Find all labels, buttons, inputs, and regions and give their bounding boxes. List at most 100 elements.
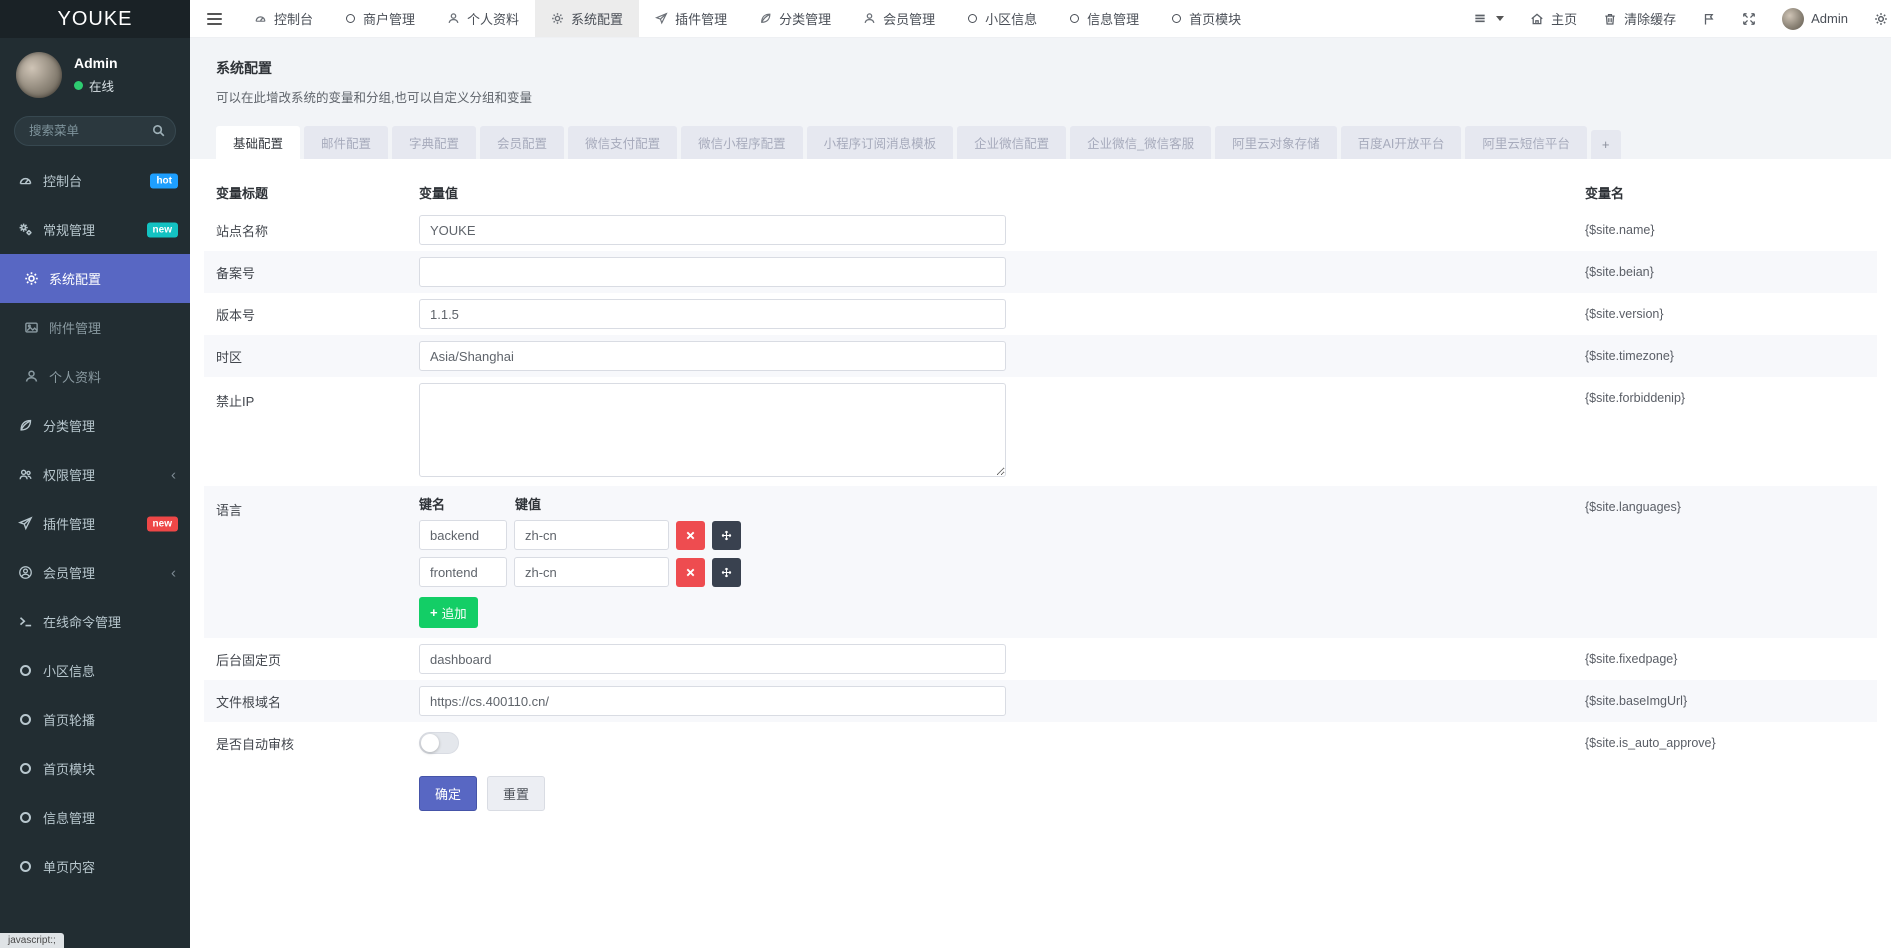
chevron-left-icon: ‹ — [171, 564, 176, 581]
lang-value-input[interactable] — [514, 557, 669, 587]
sidebar-item-addon[interactable]: 插件管理 new — [0, 499, 190, 548]
nav-tab-community-info[interactable]: 小区信息 — [951, 0, 1053, 37]
tab-miniapp-subscribe-template[interactable]: 小程序订阅消息模板 — [806, 126, 954, 159]
search-icon[interactable] — [151, 123, 166, 138]
lang-key-input[interactable] — [419, 520, 507, 550]
tab-member-config[interactable]: 会员配置 — [480, 126, 565, 159]
append-button[interactable]: + 追加 — [419, 597, 478, 628]
lang-pair-row — [419, 520, 1006, 550]
sidebar-item-attachments[interactable]: 附件管理 — [0, 303, 190, 352]
var-name: {$site.forbiddenip} — [1585, 391, 1686, 405]
var-name: {$site.name} — [1585, 223, 1655, 237]
reset-button[interactable]: 重置 — [487, 776, 546, 811]
nav-tab-system-config[interactable]: 系统配置 — [535, 0, 640, 37]
tab-baidu-ai[interactable]: 百度AI开放平台 — [1340, 126, 1462, 159]
version-input[interactable] — [419, 299, 1006, 329]
flag-icon — [1702, 12, 1716, 26]
lang-key-input[interactable] — [419, 557, 507, 587]
nav-tab-profile[interactable]: 个人资料 — [431, 0, 535, 37]
clear-cache-button[interactable]: 清除缓存 — [1590, 0, 1689, 37]
auto-approve-toggle[interactable] — [419, 732, 459, 754]
delete-row-button[interactable] — [676, 557, 705, 587]
site-name-input[interactable] — [419, 215, 1006, 245]
forbidden-ip-textarea[interactable] — [419, 383, 1006, 477]
tab-wechat-miniapp-config[interactable]: 微信小程序配置 — [681, 126, 803, 159]
home-button[interactable]: 主页 — [1517, 0, 1590, 37]
tab-wecom-kefu[interactable]: 企业微信_微信客服 — [1070, 126, 1212, 159]
nav-tab-home-modules[interactable]: 首页模块 — [1155, 0, 1257, 37]
sidebar-item-auth[interactable]: 权限管理 ‹ — [0, 450, 190, 499]
drag-row-button[interactable] — [712, 557, 741, 587]
nav-tab-members[interactable]: 会员管理 — [847, 0, 951, 37]
beian-input[interactable] — [419, 257, 1006, 287]
nav-tab-category[interactable]: 分类管理 — [743, 0, 847, 37]
base-img-url-input[interactable] — [419, 686, 1006, 716]
sidebar-item-home-modules[interactable]: 首页模块 — [0, 744, 190, 793]
delete-row-button[interactable] — [676, 520, 705, 550]
drag-row-button[interactable] — [712, 520, 741, 550]
nav-tab-merchant[interactable]: 商户管理 — [329, 0, 431, 37]
admin-user-menu[interactable]: Admin — [1769, 0, 1861, 37]
tab-basic-config[interactable]: 基础配置 — [216, 126, 301, 159]
tab-dictionary-config[interactable]: 字典配置 — [392, 126, 477, 159]
leaf-icon — [759, 12, 772, 25]
sidebar-item-general[interactable]: 常规管理 new — [0, 205, 190, 254]
lang-value-input[interactable] — [514, 520, 669, 550]
move-icon — [721, 530, 732, 541]
sidebar-item-community-info[interactable]: 小区信息 — [0, 646, 190, 695]
config-row-site-name: 站点名称 {$site.name} — [204, 209, 1877, 251]
submit-button[interactable]: 确定 — [419, 776, 478, 811]
var-name: {$site.languages} — [1585, 500, 1681, 514]
circle-icon — [20, 812, 31, 823]
sidebar-item-dashboard[interactable]: 控制台 hot — [0, 156, 190, 205]
sidebar-item-single-page[interactable]: 单页内容 — [0, 842, 190, 891]
config-row-version: 版本号 {$site.version} — [204, 293, 1877, 335]
app-window: YOUKE Admin 在线 控制台 hot 常规管理 — [0, 0, 1891, 948]
config-tabs: 基础配置 邮件配置 字典配置 会员配置 微信支付配置 微信小程序配置 小程序订阅… — [190, 118, 1891, 159]
tab-aliyun-oss[interactable]: 阿里云对象存储 — [1215, 126, 1337, 159]
rocket-icon — [655, 12, 668, 25]
nav-tab-addon[interactable]: 插件管理 — [639, 0, 743, 37]
sidebar-item-profile[interactable]: 个人资料 — [0, 352, 190, 401]
lang-pair-row — [419, 557, 1006, 587]
chevron-left-icon: ‹ — [171, 466, 176, 483]
online-dot-icon — [74, 81, 83, 90]
circle-icon — [20, 861, 31, 872]
nav-tab-info-manage[interactable]: 信息管理 — [1053, 0, 1155, 37]
app-logo: YOUKE — [0, 0, 190, 38]
gear-icon — [1874, 12, 1888, 26]
var-name: {$site.is_auto_approve} — [1585, 736, 1716, 750]
language-flag-button[interactable] — [1689, 0, 1729, 37]
sidebar-item-command[interactable]: 在线命令管理 — [0, 597, 190, 646]
sidebar-item-info-manage[interactable]: 信息管理 — [0, 793, 190, 842]
col-header-name: 变量名 — [1585, 185, 1625, 201]
fixed-page-input[interactable] — [419, 644, 1006, 674]
nav-tab-dashboard[interactable]: 控制台 — [238, 0, 329, 37]
sidebar-item-home-carousel[interactable]: 首页轮播 — [0, 695, 190, 744]
timezone-input[interactable] — [419, 341, 1006, 371]
admin-label: Admin — [1811, 11, 1848, 26]
avatar — [16, 52, 62, 98]
sidebar-item-label: 信息管理 — [43, 811, 96, 826]
hamburger-menu-icon[interactable] — [190, 0, 238, 37]
tab-wechat-pay-config[interactable]: 微信支付配置 — [568, 126, 678, 159]
dashboard-icon — [18, 173, 33, 188]
tab-list-dropdown[interactable] — [1460, 0, 1517, 37]
sidebar-item-system-config[interactable]: 系统配置 — [0, 254, 190, 303]
user-icon — [447, 12, 460, 25]
cogs-icon — [18, 222, 33, 237]
var-name: {$site.timezone} — [1585, 349, 1674, 363]
tab-aliyun-sms[interactable]: 阿里云短信平台 — [1465, 126, 1587, 159]
sidebar-item-members[interactable]: 会员管理 ‹ — [0, 548, 190, 597]
tab-wecom-config[interactable]: 企业微信配置 — [957, 126, 1067, 159]
circle-icon — [20, 763, 31, 774]
tab-email-config[interactable]: 邮件配置 — [304, 126, 389, 159]
trash-icon — [1603, 12, 1617, 26]
settings-gear-button[interactable] — [1861, 0, 1891, 37]
add-tab-button[interactable]: + — [1590, 130, 1621, 159]
top-navbar: 控制台 商户管理 个人资料 系统配置 插件管理 分类管理 会员管理 小区信息 信… — [190, 0, 1891, 38]
member-icon — [18, 565, 33, 580]
sidebar-item-category[interactable]: 分类管理 — [0, 401, 190, 450]
fullscreen-button[interactable] — [1729, 0, 1769, 37]
expand-icon — [1742, 12, 1756, 26]
